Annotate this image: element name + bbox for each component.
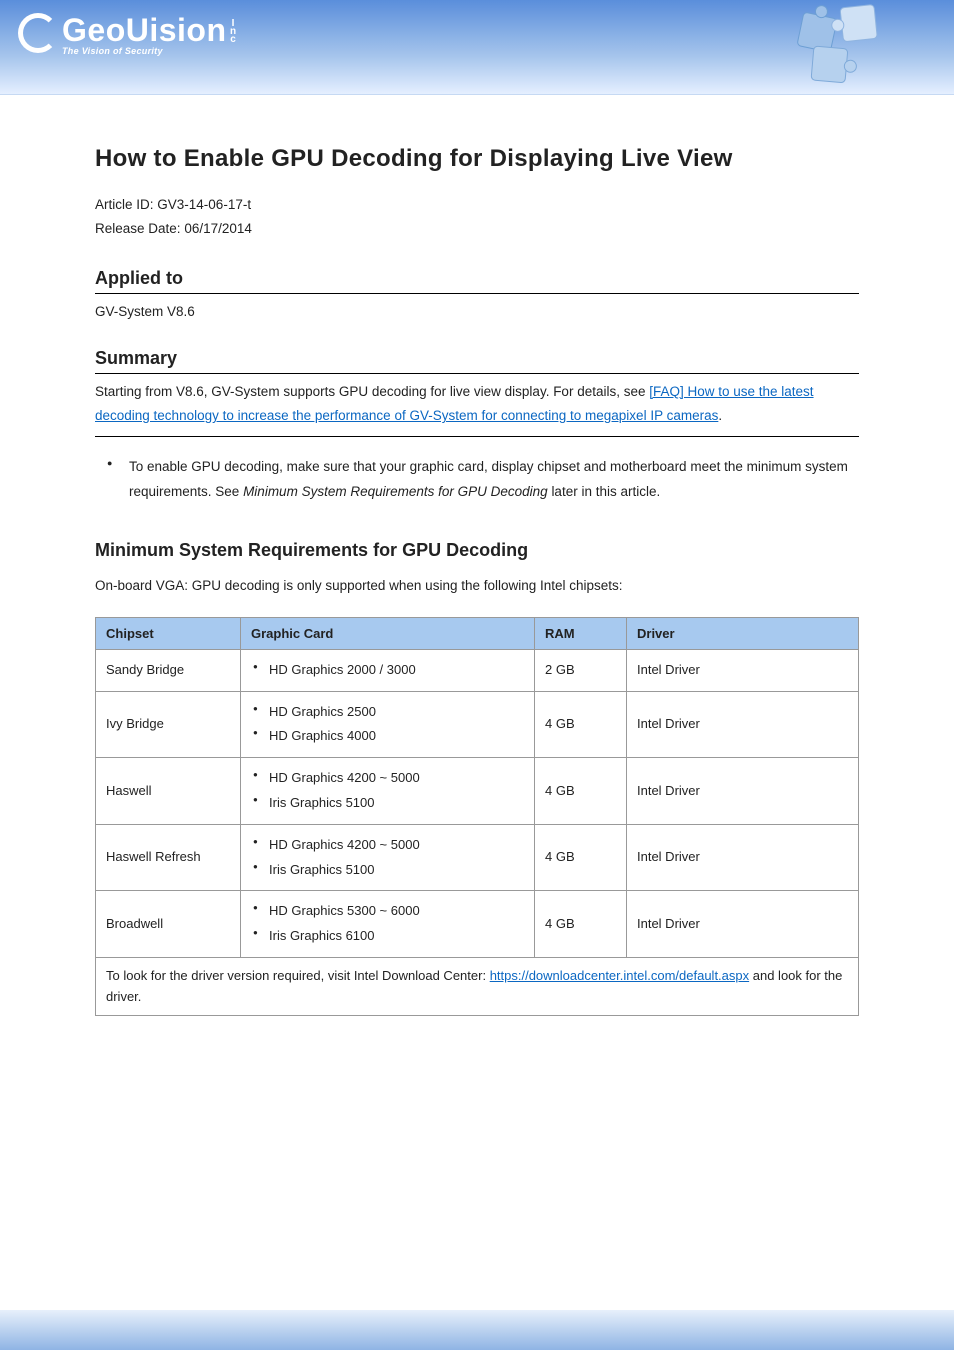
cell-gpu: HD Graphics 4200 ~ 5000 Iris Graphics 51…: [241, 758, 535, 825]
summary-period: .: [718, 408, 722, 423]
meta-date-value: 06/17/2014: [184, 221, 252, 236]
table-note-row: To look for the driver version required,…: [96, 957, 859, 1016]
gpu-item: HD Graphics 2000 / 3000: [265, 658, 524, 683]
meta-id-value: GV3-14-06-17-t: [157, 197, 251, 212]
divider: [95, 436, 859, 437]
cell-gpu: HD Graphics 2500 HD Graphics 4000: [241, 691, 535, 758]
driver-download-link[interactable]: https://downloadcenter.intel.com/default…: [490, 968, 749, 983]
cell-chipset: Sandy Bridge: [96, 649, 241, 691]
cell-chipset: Haswell: [96, 758, 241, 825]
divider: [95, 293, 859, 294]
summary-label: Summary: [95, 348, 859, 369]
cell-gpu: HD Graphics 2000 / 3000: [241, 649, 535, 691]
logo-mark-icon: [18, 13, 58, 53]
logo-inc: Inc: [228, 18, 239, 42]
col-gpu: Graphic Card: [241, 617, 535, 649]
summary-bullet-item: To enable GPU decoding, make sure that y…: [129, 455, 859, 504]
col-driver: Driver: [627, 617, 859, 649]
col-ram: RAM: [535, 617, 627, 649]
meta-date-label: Release Date:: [95, 221, 181, 236]
driver-note-pre: To look for the driver version required,…: [106, 968, 490, 983]
page-header: GeoUision Inc The Vision of Security: [0, 0, 954, 95]
requirements-heading: Minimum System Requirements for GPU Deco…: [95, 540, 859, 561]
cell-ram: 2 GB: [535, 649, 627, 691]
bullet-text-emph: Minimum System Requirements for GPU Deco…: [243, 484, 548, 499]
cell-chipset: Ivy Bridge: [96, 691, 241, 758]
brand-logo: GeoUision Inc The Vision of Security: [18, 10, 239, 56]
cell-ram: 4 GB: [535, 891, 627, 958]
puzzle-icon: [774, 4, 914, 95]
gpu-item: HD Graphics 5300 ~ 6000: [265, 899, 524, 924]
gpu-item: HD Graphics 4000: [265, 724, 524, 749]
requirements-intro: On-board VGA: GPU decoding is only suppo…: [95, 573, 859, 599]
table-row: Haswell HD Graphics 4200 ~ 5000 Iris Gra…: [96, 758, 859, 825]
gpu-item: Iris Graphics 5100: [265, 791, 524, 816]
applied-to-value: GV-System V8.6: [95, 300, 859, 324]
applied-to-label: Applied to: [95, 268, 859, 289]
table-row: Sandy Bridge HD Graphics 2000 / 3000 2 G…: [96, 649, 859, 691]
doc-title: How to Enable GPU Decoding for Displayin…: [95, 145, 859, 173]
requirements-table: Chipset Graphic Card RAM Driver Sandy Br…: [95, 617, 859, 1017]
cell-driver: Intel Driver: [627, 758, 859, 825]
cell-ram: 4 GB: [535, 758, 627, 825]
meta-id-label: Article ID:: [95, 197, 154, 212]
cell-gpu: HD Graphics 4200 ~ 5000 Iris Graphics 51…: [241, 824, 535, 891]
table-header-row: Chipset Graphic Card RAM Driver: [96, 617, 859, 649]
cell-driver: Intel Driver: [627, 649, 859, 691]
gpu-item: HD Graphics 4200 ~ 5000: [265, 833, 524, 858]
cell-driver: Intel Driver: [627, 691, 859, 758]
cell-gpu: HD Graphics 5300 ~ 6000 Iris Graphics 61…: [241, 891, 535, 958]
doc-meta: Article ID: GV3-14-06-17-t Release Date:…: [95, 193, 859, 242]
cell-chipset: Haswell Refresh: [96, 824, 241, 891]
summary-text: Starting from V8.6, GV-System supports G…: [95, 380, 859, 429]
cell-chipset: Broadwell: [96, 891, 241, 958]
driver-note-cell: To look for the driver version required,…: [96, 957, 859, 1016]
logo-text: GeoUision: [62, 12, 227, 49]
summary-bullet-list: To enable GPU decoding, make sure that y…: [95, 455, 859, 504]
table-row: Broadwell HD Graphics 5300 ~ 6000 Iris G…: [96, 891, 859, 958]
page-footer-bar: [0, 1310, 954, 1350]
table-row: Ivy Bridge HD Graphics 2500 HD Graphics …: [96, 691, 859, 758]
col-chipset: Chipset: [96, 617, 241, 649]
cell-driver: Intel Driver: [627, 891, 859, 958]
divider: [95, 373, 859, 374]
gpu-item: Iris Graphics 5100: [265, 858, 524, 883]
bullet-text-post: later in this article.: [551, 484, 660, 499]
summary-pre: Starting from V8.6, GV-System supports G…: [95, 384, 649, 399]
cell-ram: 4 GB: [535, 824, 627, 891]
gpu-item: HD Graphics 4200 ~ 5000: [265, 766, 524, 791]
gpu-item: Iris Graphics 6100: [265, 924, 524, 949]
gpu-item: HD Graphics 2500: [265, 700, 524, 725]
cell-driver: Intel Driver: [627, 824, 859, 891]
document-body: How to Enable GPU Decoding for Displayin…: [0, 95, 954, 1016]
cell-ram: 4 GB: [535, 691, 627, 758]
table-row: Haswell Refresh HD Graphics 4200 ~ 5000 …: [96, 824, 859, 891]
